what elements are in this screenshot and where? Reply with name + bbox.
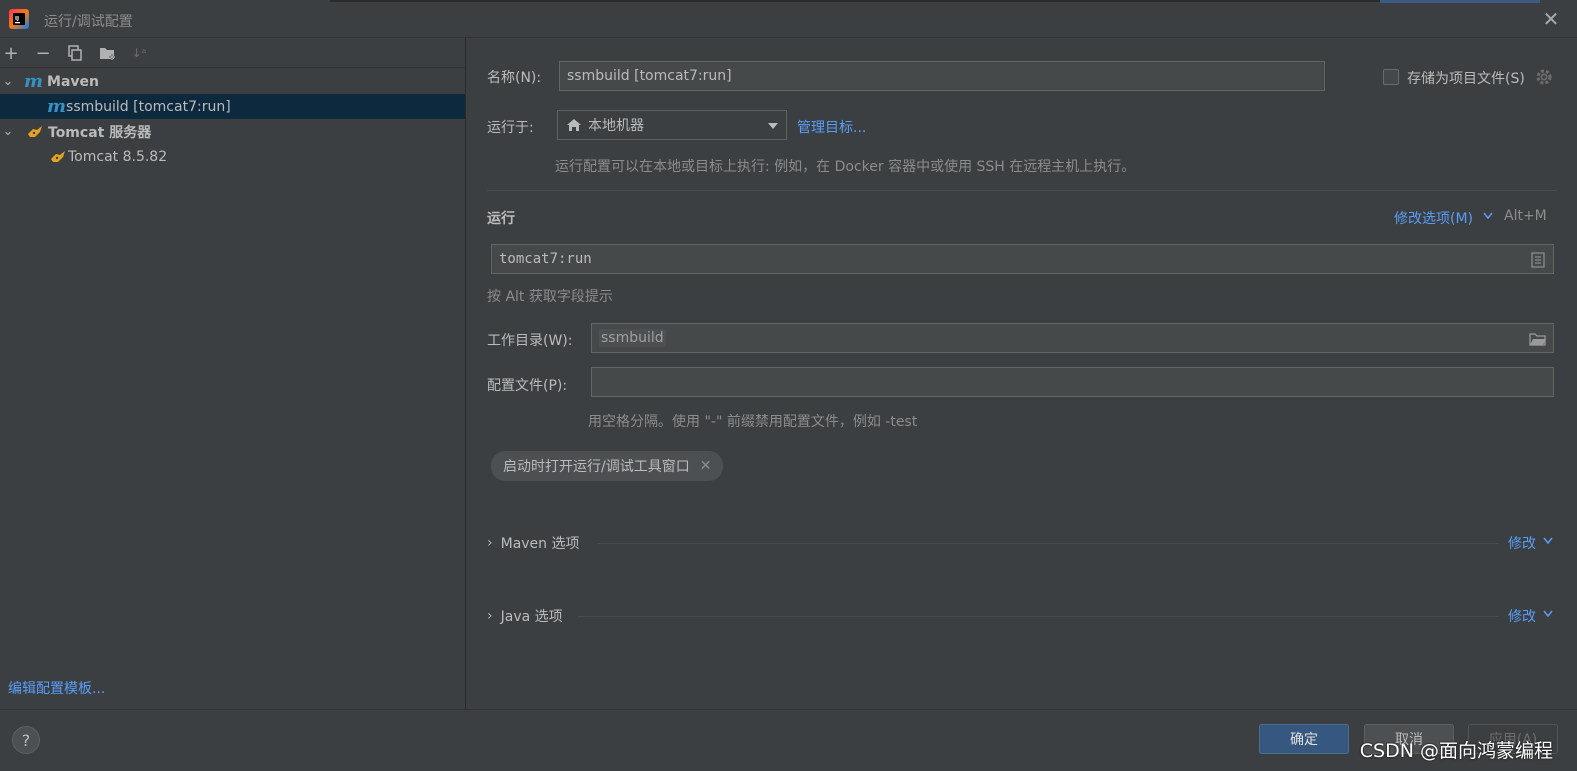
- name-field[interactable]: ssmbuild [tomcat7:run]: [559, 61, 1325, 91]
- workdir-value: ssmbuild: [599, 329, 666, 347]
- edit-templates-link[interactable]: 编辑配置模板...: [8, 678, 105, 698]
- alt-hint: 按 Alt 获取字段提示: [487, 289, 613, 305]
- config-tree-panel: + − ↓ᵃ ⌄ m Maven m ssmbuild [tomcat7:run…: [0, 38, 466, 709]
- tree-node-ssmbuild[interactable]: m ssmbuild [tomcat7:run]: [0, 94, 465, 119]
- tree-node-tomcat[interactable]: ⌄ Tomcat 服务器: [0, 119, 465, 144]
- chevron-down-icon[interactable]: [1543, 610, 1553, 618]
- maven-icon: m: [24, 71, 44, 92]
- chevron-down-icon[interactable]: ⌄: [0, 74, 16, 89]
- divider: [578, 616, 1499, 617]
- close-icon[interactable]: ✕: [700, 458, 712, 474]
- tree-label-tomcat: Tomcat 服务器: [48, 124, 152, 141]
- command-line-field[interactable]: tomcat7:run: [491, 244, 1554, 274]
- java-options-modify-link[interactable]: 修改: [1508, 606, 1536, 626]
- expand-field-icon[interactable]: [1531, 252, 1545, 268]
- chevron-right-icon: ›: [487, 608, 493, 624]
- chevron-right-icon: ›: [487, 535, 493, 551]
- run-section-title: 运行: [487, 211, 515, 227]
- java-options-label: Java 选项: [500, 609, 563, 625]
- tomcat-icon: [28, 125, 42, 137]
- chevron-down-icon: [768, 123, 778, 129]
- tree-label-ssmbuild: ssmbuild [tomcat7:run]: [66, 98, 231, 115]
- tree-label-tomcat-8582: Tomcat 8.5.82: [68, 148, 168, 165]
- command-line-value: tomcat7:run: [499, 251, 592, 267]
- tree-node-tomcat-8582[interactable]: Tomcat 8.5.82: [0, 144, 465, 169]
- maven-options-modify-link[interactable]: 修改: [1508, 533, 1536, 553]
- remove-icon[interactable]: −: [32, 42, 54, 64]
- close-icon[interactable]: ✕: [1539, 7, 1563, 31]
- top-edge: [330, 0, 1380, 2]
- home-icon: [567, 119, 581, 131]
- store-as-project-file-label: 存储为项目文件(S): [1407, 71, 1525, 87]
- modify-options-shortcut: Alt+M: [1504, 208, 1547, 224]
- profiles-field[interactable]: [591, 367, 1554, 397]
- top-edge-accent: [1380, 0, 1540, 3]
- folder-icon[interactable]: [1529, 332, 1547, 346]
- run-on-value: 本地机器: [588, 118, 644, 134]
- chevron-down-icon[interactable]: [1483, 212, 1493, 220]
- add-icon[interactable]: +: [0, 42, 22, 64]
- ok-button[interactable]: 确定: [1259, 724, 1349, 754]
- chip-label: 启动时打开运行/调试工具窗口: [503, 459, 690, 475]
- workdir-label: 工作目录(W):: [487, 333, 573, 349]
- manage-targets-link[interactable]: 管理目标...: [797, 117, 866, 137]
- divider: [487, 190, 1557, 191]
- run-on-hint: 运行配置可以在本地或目标上执行: 例如，在 Docker 容器中或使用 SSH …: [555, 159, 1136, 175]
- copy-icon[interactable]: [64, 42, 86, 64]
- maven-icon: m: [47, 96, 67, 117]
- intellij-logo-icon: IJ: [9, 9, 29, 29]
- java-options-section[interactable]: › Java 选项: [487, 606, 563, 626]
- tree-label-maven: Maven: [47, 73, 100, 90]
- new-folder-icon[interactable]: [97, 42, 119, 64]
- open-tool-window-chip[interactable]: 启动时打开运行/调试工具窗口 ✕: [491, 451, 724, 481]
- store-as-project-file-checkbox[interactable]: [1383, 69, 1399, 85]
- window-title: 运行/调试配置: [44, 14, 133, 30]
- sort-icon[interactable]: ↓ᵃ: [128, 42, 150, 64]
- tree-node-maven[interactable]: ⌄ m Maven: [0, 69, 465, 94]
- config-form-panel: 名称(N): ssmbuild [tomcat7:run] 存储为项目文件(S)…: [467, 38, 1577, 709]
- maven-options-label: Maven 选项: [500, 536, 580, 552]
- run-on-label: 运行于:: [487, 120, 534, 136]
- watermark: CSDN @面向鸿蒙编程: [1359, 740, 1553, 762]
- profiles-hint: 用空格分隔。使用 "-" 前缀禁用配置文件，例如 -test: [588, 414, 918, 430]
- name-field-value: ssmbuild [tomcat7:run]: [567, 68, 732, 84]
- chevron-down-icon[interactable]: ⌄: [0, 124, 16, 139]
- help-button[interactable]: ?: [12, 726, 40, 754]
- divider: [597, 543, 1499, 544]
- svg-text:IJ: IJ: [15, 16, 19, 22]
- dialog-footer: ? 确定 取消 应用(A) CSDN @面向鸿蒙编程: [0, 709, 1577, 771]
- maven-options-section[interactable]: › Maven 选项: [487, 533, 580, 553]
- workdir-field[interactable]: ssmbuild: [591, 323, 1554, 353]
- title-bar: IJ 运行/调试配置 ✕: [0, 0, 1577, 38]
- profiles-label: 配置文件(P):: [487, 378, 568, 394]
- chevron-down-icon[interactable]: [1543, 537, 1553, 545]
- name-label: 名称(N):: [487, 70, 542, 86]
- tomcat-icon: [51, 150, 65, 162]
- tree-toolbar: + − ↓ᵃ: [0, 38, 465, 68]
- run-on-select[interactable]: 本地机器: [557, 110, 787, 140]
- modify-options-link[interactable]: 修改选项(M): [1394, 208, 1473, 228]
- gear-icon[interactable]: [1535, 68, 1553, 86]
